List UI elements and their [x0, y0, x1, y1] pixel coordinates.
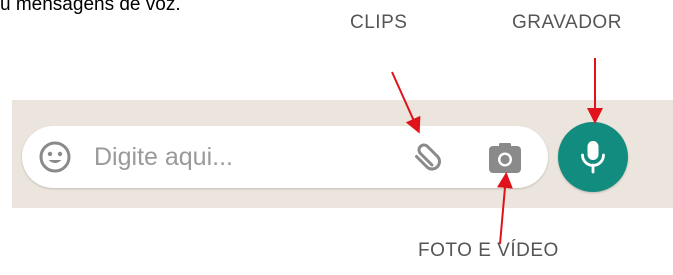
- arrow-to-camera: [496, 172, 513, 245]
- callout-arrows: [391, 58, 603, 245]
- arrow-to-attach: [391, 71, 421, 134]
